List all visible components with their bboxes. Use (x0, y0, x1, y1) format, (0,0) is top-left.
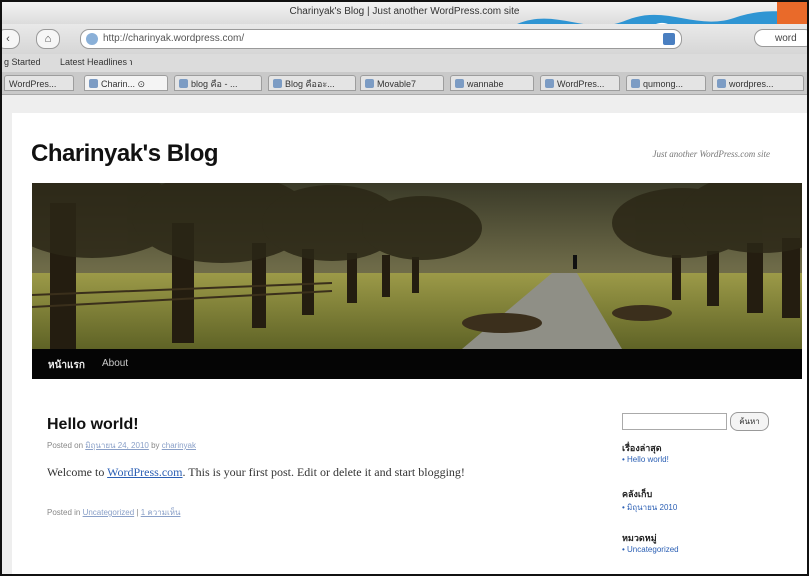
tab-favicon-icon (273, 79, 282, 88)
post-author-link[interactable]: charinyak (162, 441, 196, 450)
bookmark-star-icon[interactable] (663, 33, 675, 45)
tab-charinyak[interactable]: Charin... ⊙ (84, 75, 168, 91)
bookmarks-toolbar: g Started Latest Headlines ℩ (2, 54, 807, 72)
url-text: http://charinyak.wordpress.com/ (103, 33, 245, 44)
tab-favicon-icon (631, 79, 640, 88)
sidebar-search-input[interactable] (622, 413, 727, 430)
category-item-link[interactable]: • Uncategorized (622, 545, 679, 554)
post-content: Welcome to WordPress.com. This is your f… (47, 465, 465, 480)
navigation-toolbar: ‹ ⌂ http://charinyak.wordpress.com/ word (2, 24, 807, 54)
tab-favicon-icon (545, 79, 554, 88)
site-title[interactable]: Charinyak's Blog (31, 140, 219, 168)
category-link[interactable]: Uncategorized (83, 508, 135, 517)
archives-title: คลังเก็บ (622, 489, 653, 499)
recent-post-label: Hello world! (627, 455, 669, 464)
address-bar[interactable]: http://charinyak.wordpress.com/ (80, 29, 682, 49)
tab-favicon-icon (89, 79, 98, 88)
bookmark-getting-started[interactable]: g Started (4, 57, 41, 67)
tab-wordpress-2[interactable]: WordPres... (540, 75, 620, 91)
window-title: Charinyak's Blog | Just another WordPres… (289, 6, 520, 17)
tab-blog-what[interactable]: Blog คืออะ... (268, 75, 356, 91)
tab-wordpress-1[interactable]: WordPres... (4, 75, 74, 91)
post-body-prefix: Welcome to (47, 465, 108, 479)
post-date-link[interactable]: มิถุนายน 24, 2010 (85, 441, 149, 450)
categories-title: หมวดหมู่ (622, 533, 657, 543)
home-button[interactable]: ⌂ (36, 29, 60, 49)
tab-favicon-icon (365, 79, 374, 88)
wordpress-link[interactable]: WordPress.com (107, 465, 182, 479)
menu-item-home[interactable]: หน้าแรก (48, 358, 85, 373)
bookmark-latest-headlines[interactable]: Latest Headlines ℩ (60, 57, 133, 68)
sidebar-search-button[interactable]: ค้นหา (730, 412, 769, 431)
tab-favicon-icon (455, 79, 464, 88)
post-footer-prefix: Posted in (47, 508, 83, 517)
post-meta: Posted on มิถุนายน 24, 2010 by charinyak (47, 439, 196, 452)
comments-link[interactable]: 1 ความเห็น (141, 508, 181, 517)
tab-favicon-icon (179, 79, 188, 88)
tab-strip: WordPres... Charin... ⊙ blog คือ - ... B… (2, 72, 807, 95)
back-button[interactable]: ‹ (2, 29, 20, 49)
tab-blog-definition[interactable]: blog คือ - ... (174, 75, 262, 91)
post-title[interactable]: Hello world! (47, 416, 139, 434)
browser-search-input[interactable]: word (754, 29, 807, 47)
tab-wordpress-3[interactable]: wordpres... (712, 75, 804, 91)
archive-link[interactable]: • มิถุนายน 2010 (622, 501, 677, 514)
primary-menu: หน้าแรก About (32, 349, 802, 379)
menu-item-about[interactable]: About (102, 358, 128, 369)
post-meta-by: by (148, 441, 162, 450)
tab-qumong[interactable]: qumong... (626, 75, 706, 91)
tab-favicon-icon (717, 79, 726, 88)
category-item-label: Uncategorized (627, 545, 679, 554)
tab-movable[interactable]: Movable7 (360, 75, 444, 91)
header-image (32, 183, 802, 349)
post-footer: Posted in Uncategorized | 1 ความเห็น (47, 506, 180, 519)
recent-posts-title: เรื่องล่าสุด (622, 443, 662, 453)
title-bar: Charinyak's Blog | Just another WordPres… (2, 2, 807, 24)
page-viewport: Charinyak's Blog Just another WordPress.… (2, 95, 807, 574)
site-favicon-icon (86, 33, 98, 45)
post-body-suffix: . This is your first post. Edit or delet… (182, 465, 465, 479)
post-meta-prefix: Posted on (47, 441, 86, 450)
archive-label: มิถุนายน 2010 (627, 503, 678, 512)
recent-post-link[interactable]: • Hello world! (622, 455, 669, 464)
site-tagline: Just another WordPress.com site (652, 149, 771, 159)
tab-wannabe[interactable]: wannabe (450, 75, 534, 91)
blog-container: Charinyak's Blog Just another WordPress.… (12, 113, 807, 574)
browser-window: Charinyak's Blog | Just another WordPres… (0, 0, 809, 576)
